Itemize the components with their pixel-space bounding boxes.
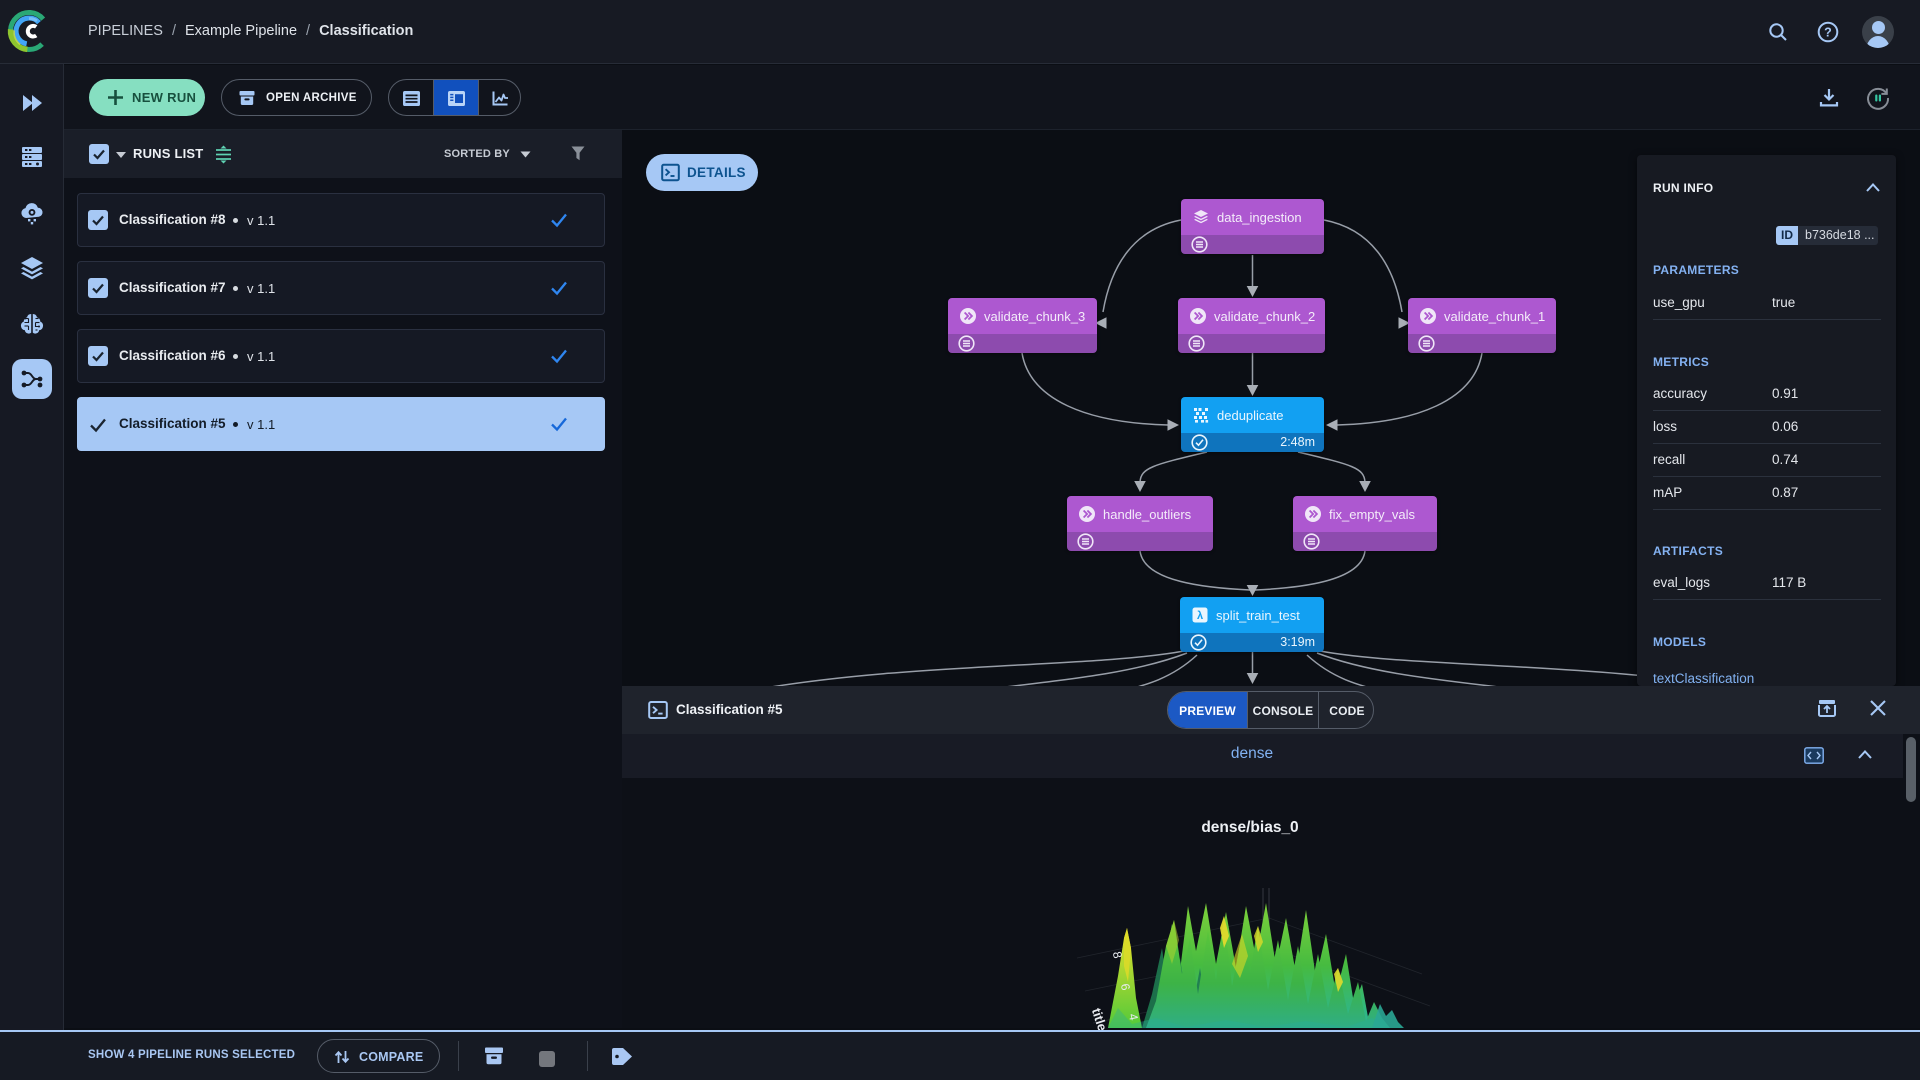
svg-text:λ: λ bbox=[1197, 610, 1203, 622]
svg-text:?: ? bbox=[1824, 26, 1832, 40]
